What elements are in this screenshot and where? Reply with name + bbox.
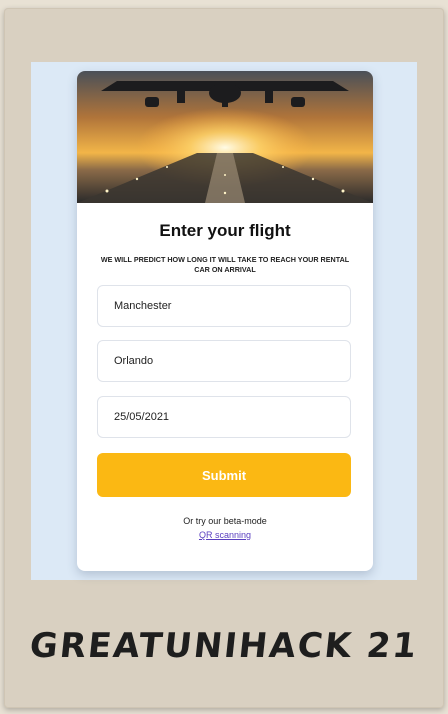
date-input[interactable] <box>97 396 351 438</box>
destination-input[interactable] <box>97 340 351 382</box>
page-subtitle: WE WILL PREDICT HOW LONG IT WILL TAKE TO… <box>100 255 350 274</box>
airplane-runway-hero-image <box>77 71 373 203</box>
page-title: Enter your flight <box>159 221 291 240</box>
beta-mode-text: Or try our beta-mode <box>183 516 267 526</box>
qr-scanning-link[interactable]: QR scanning <box>77 530 373 540</box>
origin-input[interactable] <box>97 285 351 327</box>
handwritten-caption: GREATUNIHACK 21 <box>27 626 421 666</box>
flight-form-card: Enter your flight WE WILL PREDICT HOW LO… <box>77 71 373 571</box>
submit-button[interactable]: Submit <box>97 453 351 497</box>
